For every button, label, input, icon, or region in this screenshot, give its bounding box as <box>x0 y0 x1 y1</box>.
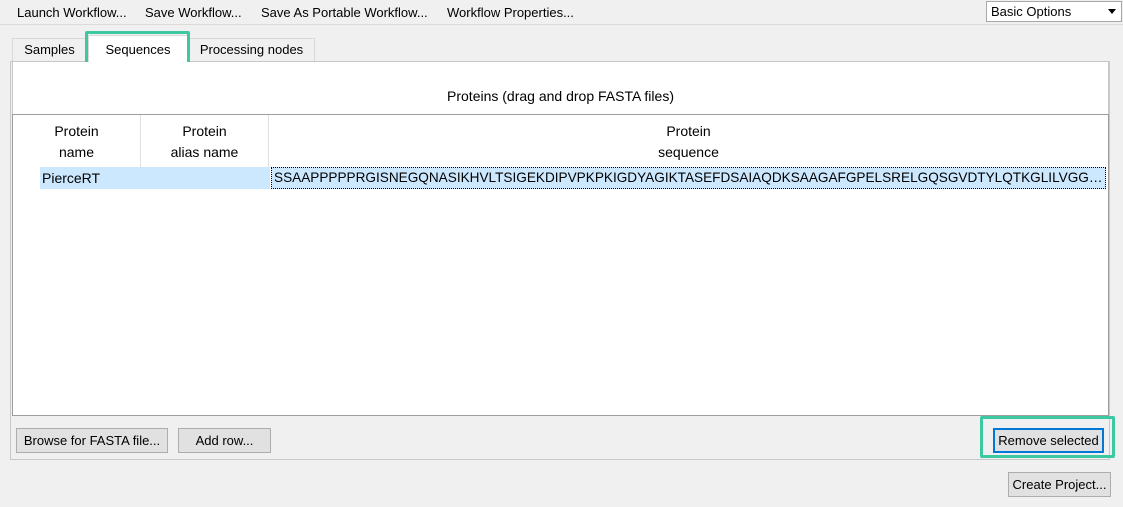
column-header-line: Protein <box>182 123 227 139</box>
tab-samples[interactable]: Samples <box>12 38 87 61</box>
tab-processing-nodes[interactable]: Processing nodes <box>188 38 315 61</box>
column-header-protein-name[interactable]: Protein name <box>13 115 141 167</box>
remove-selected-button[interactable]: Remove selected <box>993 428 1104 453</box>
cell-protein-sequence[interactable]: SSAAPPPPPRGISNEGQNASIKHVLTSIGEKDIPVPKPKI… <box>271 167 1106 189</box>
column-header-protein-sequence[interactable]: Protein sequence <box>269 115 1108 167</box>
create-project-button[interactable]: Create Project... <box>1008 472 1111 497</box>
chevron-down-icon[interactable] <box>1108 9 1116 14</box>
column-header-protein-alias[interactable]: Protein alias name <box>141 115 269 167</box>
tab-sequences[interactable]: Sequences <box>88 35 188 62</box>
panel-title: Proteins (drag and drop FASTA files) <box>447 88 674 104</box>
toolbar: Launch Workflow... Save Workflow... Save… <box>0 0 1123 25</box>
add-row-button[interactable]: Add row... <box>178 428 271 453</box>
column-header-line: alias name <box>170 144 239 160</box>
save-portable-workflow-button[interactable]: Save As Portable Workflow... <box>261 3 428 22</box>
proteins-drop-area[interactable]: Proteins (drag and drop FASTA files) <box>12 62 1109 114</box>
launch-workflow-button[interactable]: Launch Workflow... <box>17 3 127 22</box>
workflow-properties-button[interactable]: Workflow Properties... <box>447 3 574 22</box>
options-dropdown-value: Basic Options <box>991 4 1072 19</box>
cell-protein-name[interactable]: PierceRT <box>42 170 100 187</box>
proteins-table[interactable]: Protein name Protein alias name Protein … <box>12 114 1109 416</box>
options-dropdown[interactable]: Basic Options <box>986 1 1122 22</box>
column-header-line: Protein <box>666 123 711 139</box>
column-header-line: Protein <box>54 123 99 139</box>
column-header-line: name <box>58 144 95 160</box>
browse-fasta-button[interactable]: Browse for FASTA file... <box>16 428 168 453</box>
save-workflow-button[interactable]: Save Workflow... <box>145 3 242 22</box>
column-header-line: sequence <box>658 144 719 160</box>
